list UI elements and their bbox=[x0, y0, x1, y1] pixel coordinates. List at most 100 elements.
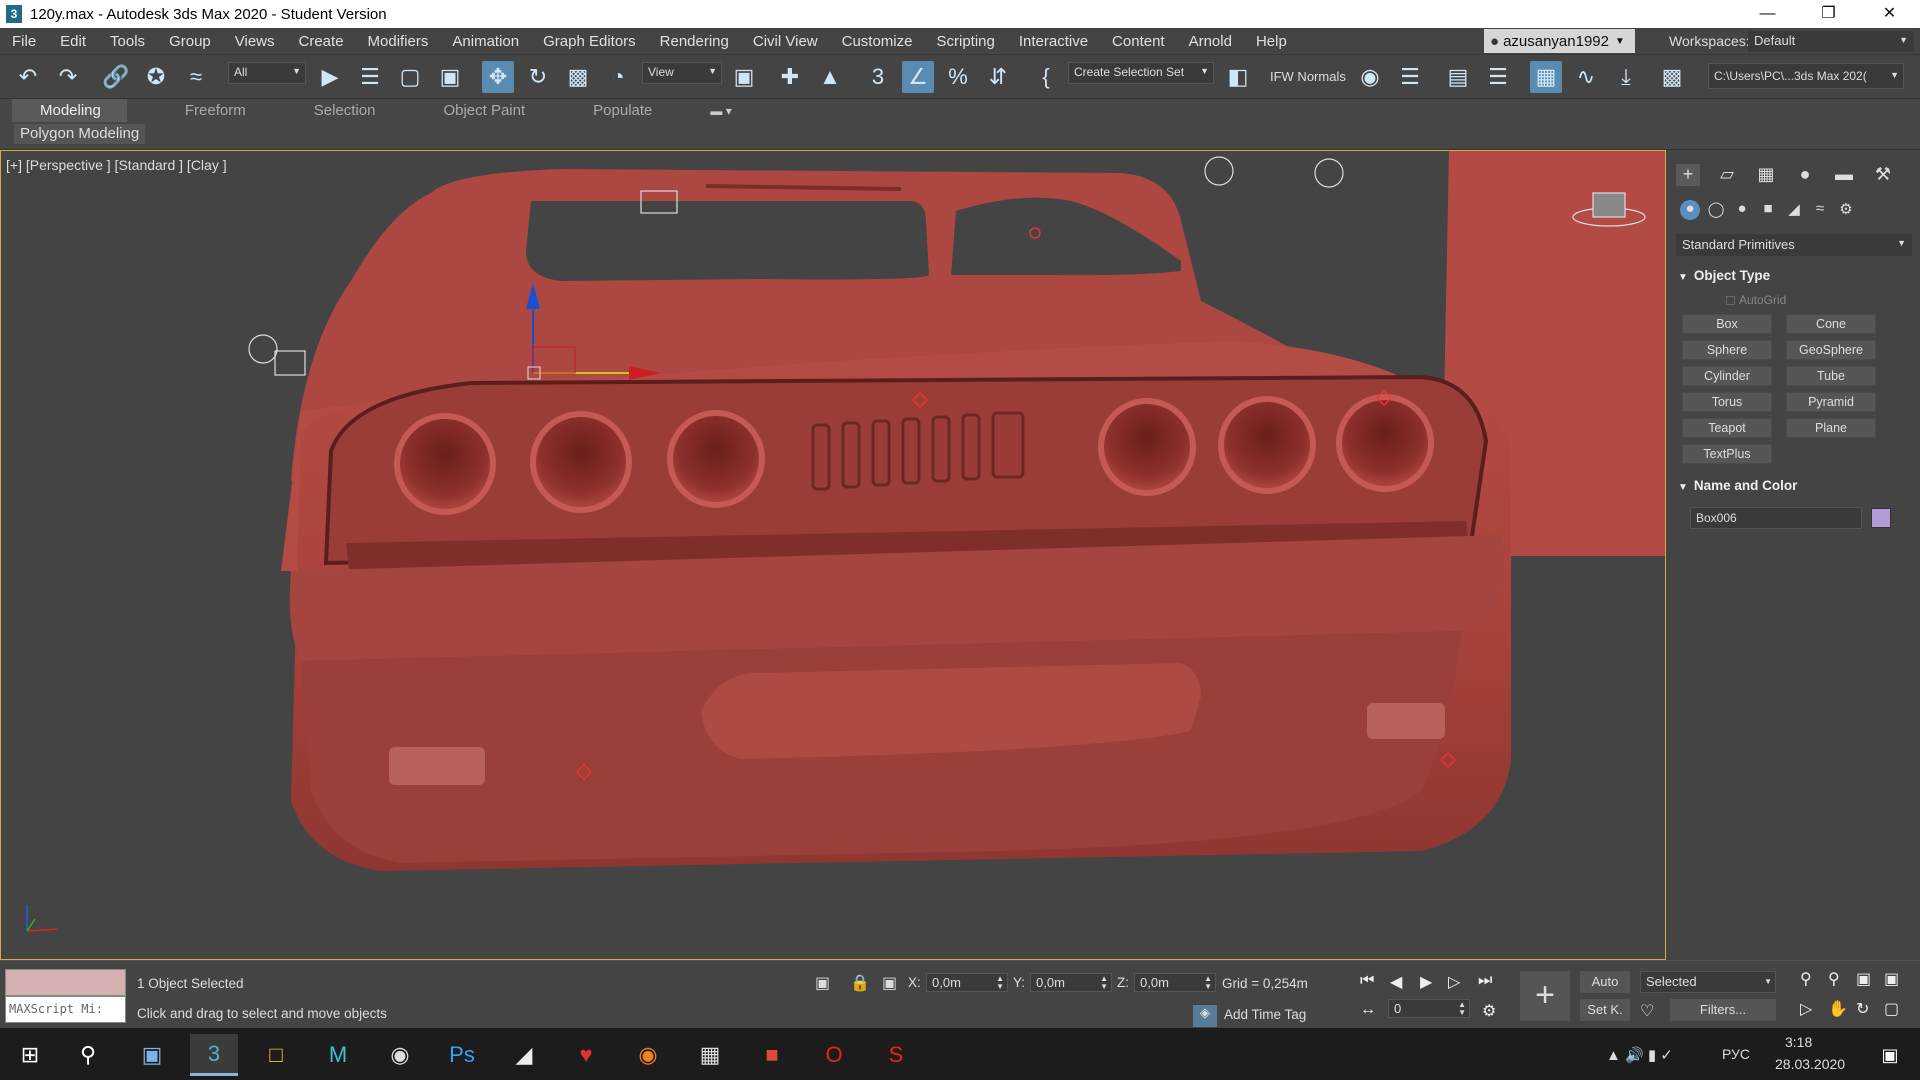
hierarchy-tab-icon[interactable]: ▦ bbox=[1754, 164, 1778, 186]
add-time-tag[interactable]: Add Time Tag bbox=[1224, 1007, 1306, 1022]
zoom-extents-icon[interactable]: ▣ bbox=[1856, 969, 1871, 989]
geosphere-button[interactable]: GeoSphere bbox=[1786, 340, 1876, 360]
firefox-icon[interactable]: ◉ bbox=[624, 1034, 672, 1076]
selection-filter-dropdown[interactable]: All ▼ bbox=[228, 62, 306, 84]
geometry-icon[interactable]: ● bbox=[1680, 200, 1700, 220]
tab-modeling[interactable]: Modeling bbox=[12, 99, 127, 122]
lights-icon[interactable]: ● bbox=[1732, 200, 1752, 220]
maxscript-input[interactable]: MAXScript Mi: bbox=[5, 996, 126, 1023]
play-icon[interactable]: ▶ bbox=[1420, 972, 1432, 992]
close-button[interactable]: ✕ bbox=[1859, 0, 1920, 28]
isolate-selection-icon[interactable]: ▣ bbox=[815, 973, 830, 993]
menu-graph-editors[interactable]: Graph Editors bbox=[531, 33, 648, 50]
window-crossing-icon[interactable]: ▣ bbox=[434, 61, 466, 93]
steam-icon[interactable]: ◉ bbox=[376, 1034, 424, 1076]
current-frame-field[interactable]: 0 ▲ ▼ bbox=[1388, 999, 1470, 1018]
pivot-center-icon[interactable]: ▣ bbox=[728, 61, 760, 93]
tab-freeform[interactable]: Freeform bbox=[175, 99, 256, 122]
object-name-field[interactable] bbox=[1690, 507, 1862, 529]
percent-snap-icon[interactable]: % bbox=[942, 61, 974, 93]
autogrid-checkbox[interactable]: AutoGrid bbox=[1726, 293, 1786, 307]
helpers-icon[interactable]: ◢ bbox=[1784, 200, 1804, 220]
utilities-tab-icon[interactable]: ⚒ bbox=[1871, 164, 1895, 186]
torus-button[interactable]: Torus bbox=[1682, 392, 1772, 412]
maximize-viewport-icon[interactable]: ▢ bbox=[1884, 999, 1899, 1019]
align-icon[interactable]: ☰ bbox=[1394, 61, 1426, 93]
spinner-snap-icon[interactable]: ⇵ bbox=[982, 61, 1014, 93]
windows-start-icon[interactable]: ⊞ bbox=[6, 1034, 54, 1076]
pyramid-button[interactable]: Pyramid bbox=[1786, 392, 1876, 412]
default-tangents-icon[interactable]: ♡ bbox=[1640, 1001, 1654, 1021]
zoom-icon[interactable]: ⚲ bbox=[1800, 969, 1812, 989]
ifw-normals-label[interactable]: IFW Normals bbox=[1270, 69, 1346, 84]
set-key-button[interactable]: Set K. bbox=[1580, 999, 1630, 1021]
polygon-modeling-panel[interactable]: Polygon Modeling bbox=[14, 124, 146, 144]
curve-editor-icon[interactable]: ∿ bbox=[1570, 61, 1602, 93]
zoom-all-icon[interactable]: ⚲ bbox=[1828, 969, 1840, 989]
workspace-dropdown[interactable]: Default ▼ bbox=[1748, 31, 1914, 52]
z-coordinate-field[interactable]: 0,0m ▲ ▼ bbox=[1134, 973, 1216, 992]
rectangular-selection-icon[interactable]: ▢ bbox=[394, 61, 426, 93]
minimize-button[interactable]: — bbox=[1737, 0, 1798, 28]
viewport-label[interactable]: [+] [Perspective ] [Standard ] [Clay ] bbox=[6, 157, 227, 173]
field-of-view-icon[interactable]: ▷ bbox=[1800, 999, 1812, 1019]
display-tab-icon[interactable]: ▬ bbox=[1832, 164, 1856, 186]
spinner-icon[interactable]: ▲ ▼ bbox=[1204, 975, 1212, 991]
menu-customize[interactable]: Customize bbox=[830, 33, 925, 50]
system-tray-icons[interactable]: ▲ 🔊 ▮ ✓ bbox=[1606, 1046, 1673, 1064]
edit-named-selection-icon[interactable]: { bbox=[1030, 61, 1062, 93]
primitive-category-dropdown[interactable]: Standard Primitives ▼ bbox=[1676, 234, 1912, 256]
menu-civil-view[interactable]: Civil View bbox=[741, 33, 830, 50]
select-and-move-icon[interactable]: ✥ bbox=[482, 61, 514, 93]
name-and-color-rollout-header[interactable]: ▼ Name and Color bbox=[1676, 478, 1912, 498]
3dsmax-taskbar-icon[interactable]: 3 bbox=[190, 1034, 238, 1076]
mirror-icon[interactable]: ◧ bbox=[1222, 61, 1254, 93]
motion-tab-icon[interactable]: ● bbox=[1793, 164, 1817, 186]
key-filter-dropdown[interactable]: Selected ▼ bbox=[1640, 971, 1776, 993]
undo-icon[interactable]: ↶ bbox=[12, 61, 44, 93]
filters-button[interactable]: Filters... bbox=[1670, 999, 1776, 1021]
pan-view-icon[interactable]: ✋ bbox=[1828, 999, 1848, 1019]
menu-rendering[interactable]: Rendering bbox=[648, 33, 741, 50]
select-and-place-icon[interactable]: ◔ bbox=[602, 61, 634, 93]
plane-button[interactable]: Plane bbox=[1786, 418, 1876, 438]
previous-frame-icon[interactable]: ◀ bbox=[1390, 972, 1402, 992]
menu-edit[interactable]: Edit bbox=[48, 33, 98, 50]
selection-lock-icon[interactable]: 🔒 bbox=[850, 973, 870, 993]
zoom-extents-all-icon[interactable]: ▣ bbox=[1884, 969, 1899, 989]
select-and-scale-icon[interactable]: ▩ bbox=[562, 61, 594, 93]
ribbon-options-icon[interactable]: ▬ ▾ bbox=[710, 104, 731, 118]
menu-animation[interactable]: Animation bbox=[440, 33, 531, 50]
schematic-view-icon[interactable]: ⤓ bbox=[1610, 61, 1642, 93]
object-type-rollout-header[interactable]: ▼ Object Type bbox=[1676, 268, 1912, 288]
spinner-icon[interactable]: ▲ ▼ bbox=[1458, 1001, 1466, 1017]
y-coordinate-field[interactable]: 0,0m ▲ ▼ bbox=[1030, 973, 1112, 992]
substance-painter-icon[interactable]: S bbox=[872, 1034, 920, 1076]
restore-button[interactable]: ❐ bbox=[1798, 0, 1859, 28]
toggle-ribbon-icon[interactable]: ▦ bbox=[1530, 61, 1562, 93]
language-indicator[interactable]: РУС bbox=[1722, 1046, 1750, 1062]
time-tag-icon[interactable]: ◈ bbox=[1193, 1005, 1217, 1027]
unlink-icon[interactable]: ✪ bbox=[140, 61, 172, 93]
named-selection-set-dropdown[interactable]: Create Selection Set ▼ bbox=[1068, 62, 1214, 84]
cameras-icon[interactable]: ■ bbox=[1758, 200, 1778, 220]
user-account-dropdown[interactable]: ● azusanyan1992 ▼ bbox=[1484, 29, 1635, 53]
tab-selection[interactable]: Selection bbox=[304, 99, 386, 122]
menu-group[interactable]: Group bbox=[157, 33, 223, 50]
qr-icon[interactable]: ◉ bbox=[1354, 61, 1386, 93]
link-icon[interactable]: 🔗 bbox=[100, 61, 132, 93]
notifications-icon[interactable]: ▣ bbox=[1866, 1034, 1914, 1076]
textplus-button[interactable]: TextPlus bbox=[1682, 444, 1772, 464]
create-tab-icon[interactable]: + bbox=[1676, 164, 1700, 186]
keyboard-shortcut-override-icon[interactable]: ▲ bbox=[814, 61, 846, 93]
menu-views[interactable]: Views bbox=[223, 33, 287, 50]
menu-modifiers[interactable]: Modifiers bbox=[356, 33, 441, 50]
spinner-icon[interactable]: ▲ ▼ bbox=[1100, 975, 1108, 991]
box-button[interactable]: Box bbox=[1682, 314, 1772, 334]
menu-tools[interactable]: Tools bbox=[98, 33, 157, 50]
select-and-rotate-icon[interactable]: ↻ bbox=[522, 61, 554, 93]
object-color-swatch[interactable] bbox=[1871, 508, 1891, 528]
material-editor-icon[interactable]: ▩ bbox=[1656, 61, 1688, 93]
auto-key-button[interactable]: Auto bbox=[1580, 971, 1630, 993]
maxscript-output[interactable] bbox=[5, 969, 126, 996]
